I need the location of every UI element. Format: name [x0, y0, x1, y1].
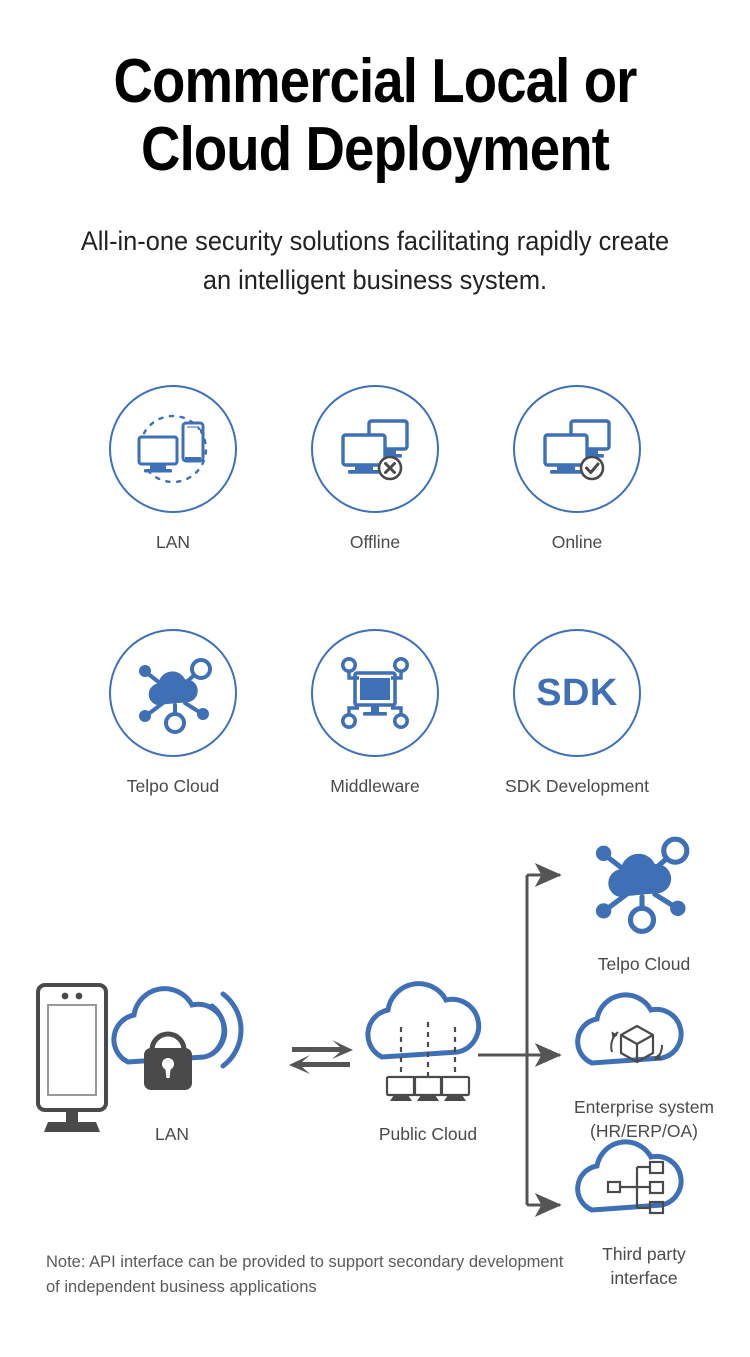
feature-label: LAN	[155, 532, 191, 552]
cloud-monitors-icon	[365, 981, 482, 1101]
third-party-node-label-line2: interface	[610, 1268, 677, 1288]
dual-monitor-x-icon	[341, 419, 409, 481]
feature-item-offline[interactable]: Offline	[274, 385, 476, 553]
infographic-page: Commercial Local or Cloud Deployment All…	[0, 0, 750, 1357]
telpo-cloud-node-label: Telpo Cloud	[598, 954, 690, 974]
cloud-network-icon-telpo	[595, 836, 690, 934]
page-title-line2: Cloud Deployment	[141, 115, 610, 184]
bidirectional-arrow-connector	[289, 1040, 353, 1074]
feature-label: Offline	[349, 532, 401, 552]
monitor-phone-sync-icon	[137, 414, 208, 484]
feature-grid: LAN Offline Online Telpo Cloud Middlewar…	[0, 385, 750, 797]
feature-label: Online	[551, 532, 603, 552]
face-terminal-icon	[36, 983, 108, 1132]
cloud-box-sync-icon	[575, 992, 684, 1066]
third-party-node-label-line1: Third party	[602, 1244, 686, 1264]
feature-label: Telpo Cloud	[126, 776, 220, 796]
feature-item-online[interactable]: Online	[476, 385, 678, 553]
cloud-network-icon	[139, 658, 212, 734]
feature-circle: SDK	[513, 629, 641, 757]
feature-item-middleware[interactable]: Middleware	[274, 629, 476, 797]
feature-label: SDK Development	[505, 776, 649, 796]
page-title-line1: Commercial Local or	[113, 47, 638, 116]
feature-circle	[109, 385, 237, 513]
feature-label: Middleware	[330, 776, 420, 796]
page-title: Commercial Local or Cloud Deployment	[45, 48, 705, 184]
feature-item-sdk-development[interactable]: SDK SDK Development	[476, 629, 678, 797]
feature-circle	[109, 629, 237, 757]
feature-item-lan[interactable]: LAN	[72, 385, 274, 553]
lan-node-label: LAN	[155, 1124, 189, 1144]
enterprise-node-label-line2: (HR/ERP/OA)	[590, 1121, 698, 1141]
feature-row-1: LAN Offline Online	[0, 385, 750, 553]
feature-circle	[311, 385, 439, 513]
public-cloud-node-label: Public Cloud	[379, 1124, 477, 1144]
page-subtitle: All-in-one security solutions facilitati…	[80, 226, 670, 295]
feature-circle	[513, 385, 641, 513]
dual-monitor-check-icon	[543, 419, 611, 481]
enterprise-node-label-line1: Enterprise system	[574, 1097, 714, 1117]
sdk-text-icon: SDK	[536, 671, 618, 714]
feature-circle	[311, 629, 439, 757]
branch-connectors	[478, 863, 562, 1217]
feature-item-telpo-cloud[interactable]: Telpo Cloud	[72, 629, 274, 797]
monitor-nodes-icon	[341, 657, 410, 730]
cloud-tree-icon	[575, 1139, 684, 1215]
feature-row-2: Telpo Cloud Middleware SDK SDK Developme…	[0, 629, 750, 797]
cloud-lock-wifi-icon	[111, 986, 244, 1090]
footer-note: Note: API interface can be provided to s…	[46, 1253, 564, 1296]
